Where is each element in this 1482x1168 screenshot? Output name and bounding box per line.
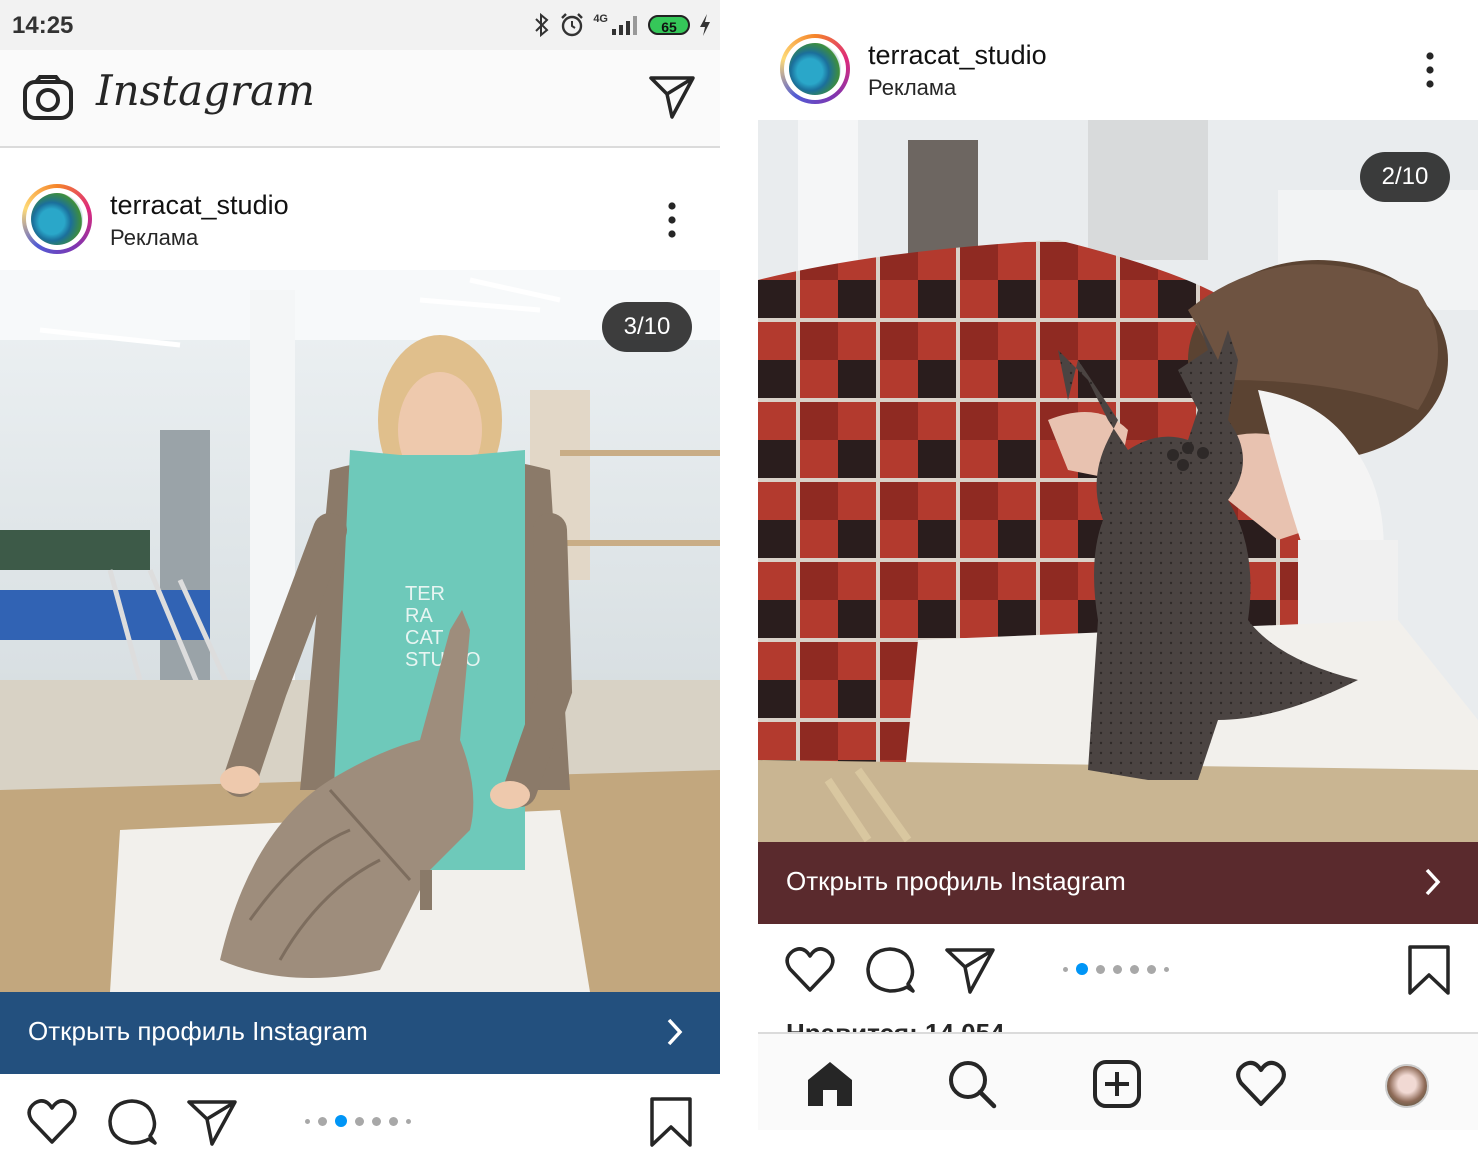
studio-photo-sculptor	[758, 120, 1478, 842]
bluetooth-icon	[535, 13, 549, 37]
bottom-tab-bar	[758, 1032, 1478, 1130]
post-username[interactable]: terracat_studio	[868, 40, 1047, 71]
post-header: terracat_studio Реклама	[758, 0, 1478, 120]
post-photo[interactable]: TERRACATSTUDIO 3/10	[0, 270, 720, 992]
carousel-dot	[318, 1116, 327, 1126]
carousel-dot	[1096, 964, 1105, 974]
charging-icon	[700, 14, 710, 36]
camera-icon[interactable]	[22, 74, 74, 122]
carousel-dot	[372, 1116, 381, 1126]
carousel-counter: 2/10	[1360, 152, 1450, 202]
sponsored-label: Реклама	[868, 75, 957, 100]
open-profile-cta[interactable]: Открыть профиль Instagram	[0, 992, 720, 1074]
post-username[interactable]: terracat_studio	[110, 190, 289, 221]
profile-avatar[interactable]	[22, 184, 92, 254]
direct-message-icon[interactable]	[648, 74, 696, 120]
activity-heart-icon[interactable]	[1235, 1058, 1287, 1110]
carousel-dot-active	[335, 1115, 347, 1127]
chevron-right-icon	[1425, 868, 1441, 896]
bookmark-icon[interactable]	[1404, 944, 1456, 996]
status-time: 14:25	[12, 12, 74, 39]
right-screen: terracat_studio Реклама 2/10 Открыть про…	[758, 0, 1478, 1130]
cta-label: Открыть профиль Instagram	[28, 1016, 368, 1046]
signal-icon	[612, 16, 637, 35]
sponsored-label: Реклама	[110, 225, 199, 250]
share-icon[interactable]	[944, 944, 996, 996]
carousel-dot	[1063, 966, 1068, 972]
more-options-icon[interactable]	[662, 200, 682, 240]
app-header: Instagram	[0, 50, 720, 148]
status-bar: 14:25 4G 65	[0, 0, 720, 50]
comment-icon[interactable]	[864, 944, 916, 996]
left-screen: 14:25 4G 65 Instagram terracat_studio Ре…	[0, 0, 720, 1168]
status-icons: 4G 65	[533, 10, 712, 40]
share-icon[interactable]	[186, 1096, 238, 1148]
carousel-dot-active	[1076, 963, 1088, 975]
studio-photo-woman-peacock: TERRACATSTUDIO	[0, 270, 720, 992]
carousel-dot	[406, 1118, 411, 1124]
carousel-dot	[355, 1116, 364, 1126]
carousel-dots	[1063, 962, 1169, 976]
home-icon[interactable]	[804, 1058, 856, 1110]
like-heart-icon[interactable]	[784, 944, 836, 996]
comment-icon[interactable]	[106, 1096, 158, 1148]
post-actions	[0, 1078, 720, 1168]
carousel-dot	[1130, 964, 1139, 974]
carousel-counter: 3/10	[602, 302, 692, 352]
carousel-dots	[305, 1114, 411, 1128]
carousel-dot	[1113, 964, 1122, 974]
profile-avatar[interactable]	[780, 34, 850, 104]
carousel-dot	[1164, 966, 1169, 972]
more-options-icon[interactable]	[1420, 50, 1440, 90]
add-post-icon[interactable]	[1091, 1058, 1143, 1110]
carousel-dot	[1147, 964, 1156, 974]
search-icon[interactable]	[946, 1058, 998, 1110]
app-logo: Instagram	[96, 66, 315, 115]
likes-count[interactable]: Нравится: 14 054	[786, 1018, 1005, 1032]
battery-indicator: 65	[648, 15, 690, 35]
chevron-right-icon	[667, 1018, 683, 1046]
like-heart-icon[interactable]	[26, 1096, 78, 1148]
bookmark-icon[interactable]	[646, 1096, 698, 1148]
open-profile-cta[interactable]: Открыть профиль Instagram	[758, 842, 1478, 924]
profile-avatar-tab[interactable]	[1385, 1064, 1429, 1108]
cta-label: Открыть профиль Instagram	[786, 866, 1126, 896]
network-type-label: 4G	[593, 13, 608, 25]
carousel-dot	[305, 1118, 310, 1124]
alarm-clock-icon	[561, 13, 584, 37]
carousel-dot	[389, 1116, 398, 1126]
post-actions	[758, 926, 1478, 1016]
post-header: terracat_studio Реклама	[0, 150, 720, 270]
post-photo[interactable]: 2/10	[758, 120, 1478, 842]
